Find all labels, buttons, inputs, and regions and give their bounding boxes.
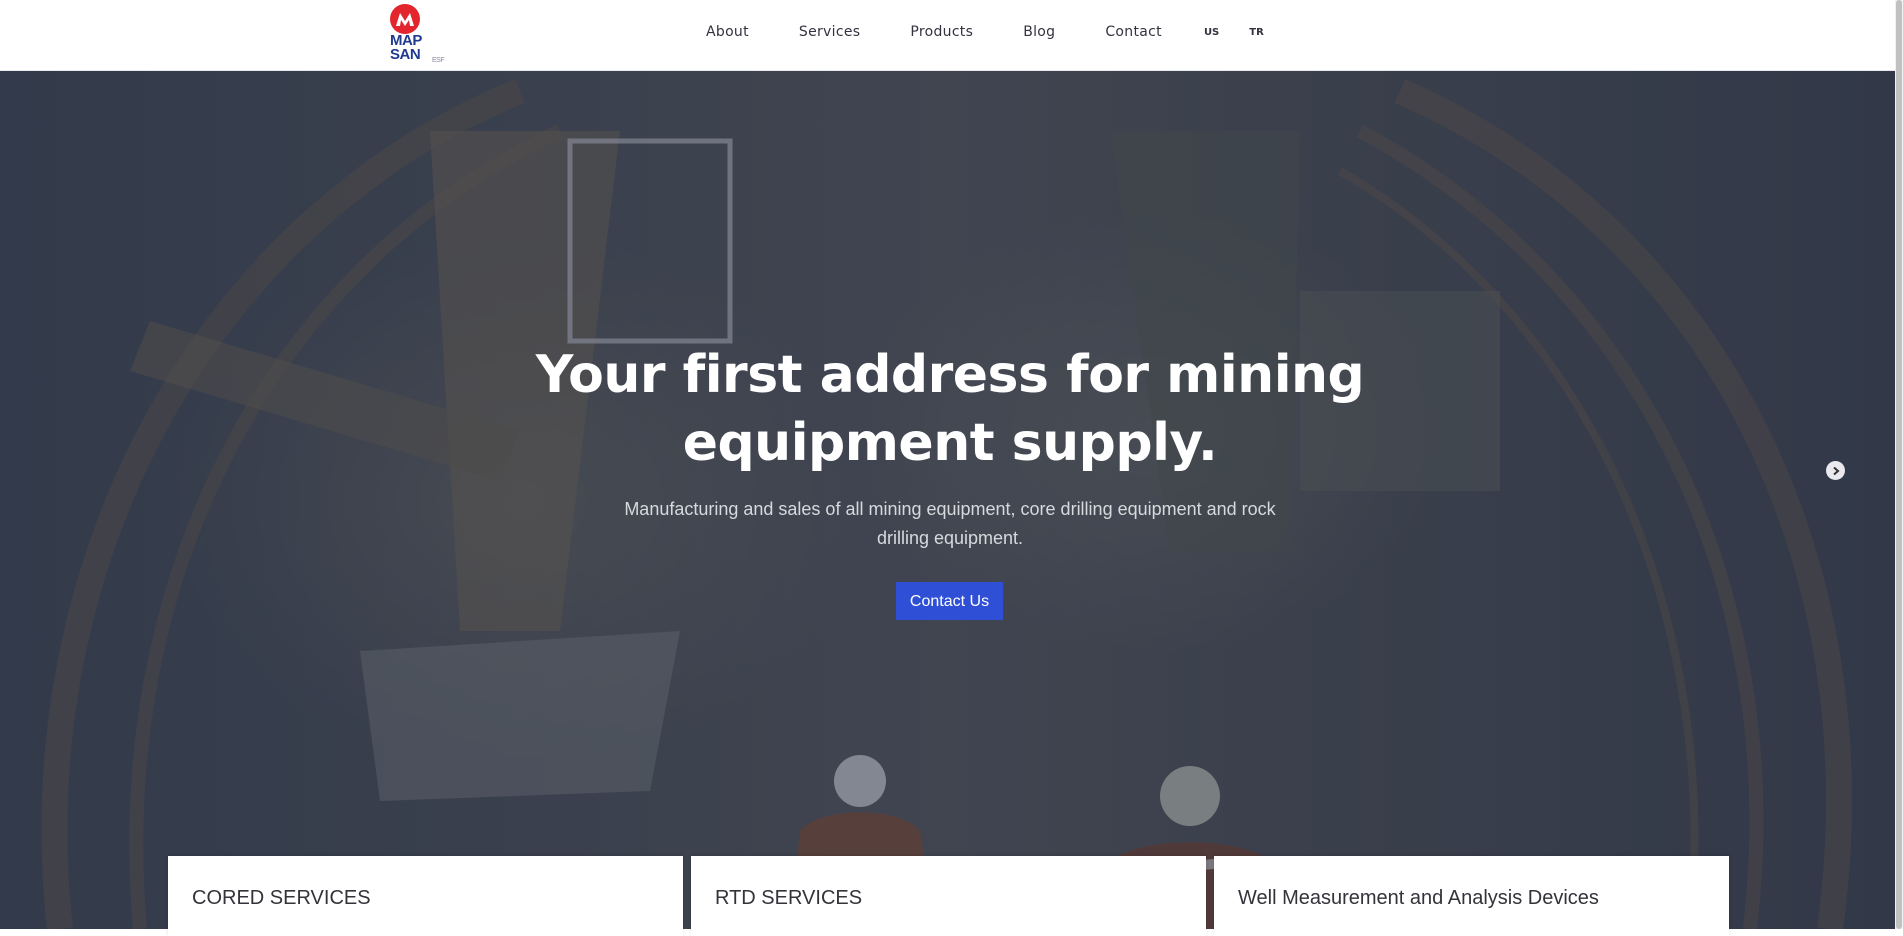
nav-item-blog[interactable]: Blog	[1023, 24, 1055, 40]
language-us[interactable]: US	[1204, 27, 1219, 38]
scrollbar-thumb[interactable]	[1896, 0, 1902, 929]
hero-title: Your first address for mining equipment …	[535, 345, 1365, 473]
service-card-well-measurement[interactable]: Well Measurement and Analysis Devices	[1214, 856, 1729, 936]
logo[interactable]: MAP SAN ESF	[388, 4, 448, 66]
nav-item-services[interactable]: Services	[799, 24, 860, 40]
page-scrollbar[interactable]	[1895, 0, 1903, 929]
card-title: RTD SERVICES	[715, 887, 863, 909]
nav-item-contact[interactable]: Contact	[1105, 24, 1162, 40]
card-title: CORED SERVICES	[192, 887, 371, 909]
logo-small-mark: ESF	[432, 57, 445, 64]
nav-item-about[interactable]: About	[706, 24, 749, 40]
hero-subtitle: Manufacturing and sales of all mining eq…	[624, 499, 1276, 548]
service-card-rtd[interactable]: RTD SERVICES	[691, 856, 1206, 936]
card-title: Well Measurement and Analysis Devices	[1238, 887, 1599, 909]
site-header: MAP SAN ESF About Services Products Blog…	[0, 0, 1903, 71]
contact-us-button[interactable]: Contact Us	[896, 582, 1003, 620]
service-card-cored[interactable]: CORED SERVICES	[168, 856, 683, 936]
language-tr[interactable]: TR	[1249, 27, 1264, 38]
hero-slider: Your first address for mining equipment …	[0, 71, 1895, 929]
main-nav: About Services Products Blog Contact US …	[706, 24, 1294, 40]
logo-wordmark: MAP SAN ESF	[390, 33, 445, 64]
nav-item-products[interactable]: Products	[910, 24, 973, 40]
mapsan-logo-icon	[390, 4, 420, 34]
logo-line-2: SAN	[390, 46, 421, 63]
chevron-right-circle-icon[interactable]	[1826, 461, 1845, 480]
